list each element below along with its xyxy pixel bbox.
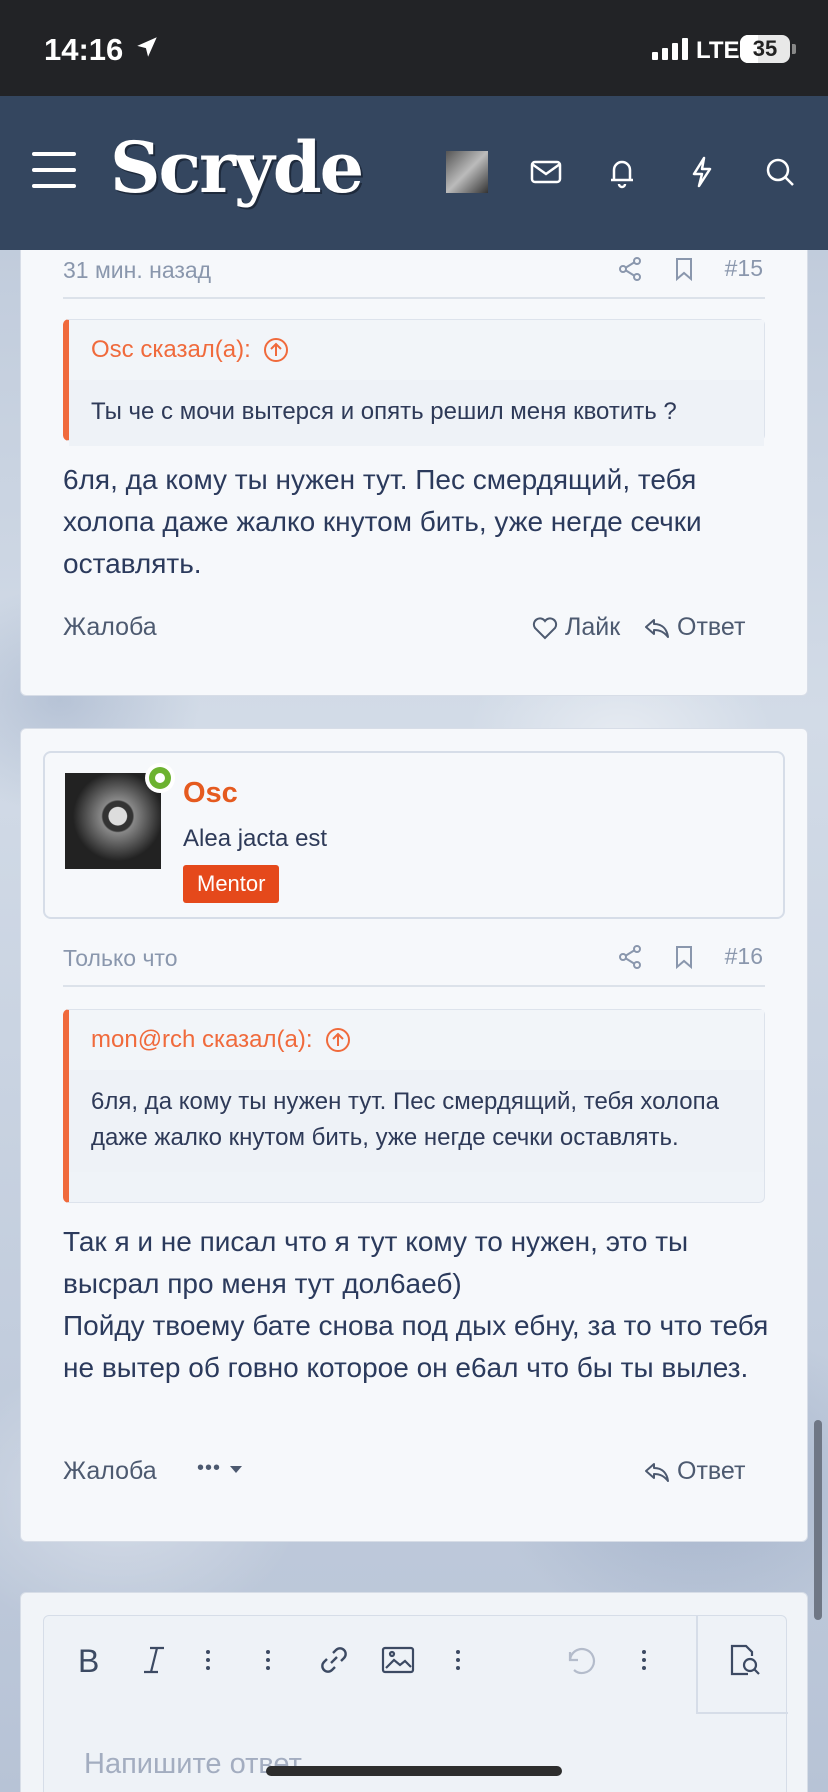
quote-author[interactable]: mon@rch сказал(а):: [91, 1026, 313, 1054]
toolbar-divider: [696, 1712, 788, 1714]
more-actions-button[interactable]: •••: [197, 1457, 245, 1480]
share-icon[interactable]: [617, 944, 643, 970]
mail-icon[interactable]: [526, 152, 566, 192]
home-indicator[interactable]: [266, 1766, 562, 1776]
bookmark-icon[interactable]: [671, 256, 697, 282]
scroll-indicator[interactable]: [814, 1420, 822, 1620]
quote-author[interactable]: Osc сказал(а):: [91, 336, 251, 364]
user-title: Alea jacta est: [183, 825, 328, 852]
post-paragraph: Так я и не писал что я тут кому то нужен…: [63, 1226, 689, 1299]
link-icon[interactable]: [314, 1640, 354, 1680]
site-header: Scryde: [0, 96, 828, 250]
report-label: Жалоба: [63, 1457, 157, 1485]
battery-level: 35: [752, 36, 778, 61]
reply-icon: [645, 1462, 669, 1482]
post-paragraph: Пойду твоему бате снова под дых ебну, за…: [63, 1310, 769, 1383]
user-info: Osc Alea jacta est Mentor: [43, 751, 785, 919]
battery-indicator: 35: [740, 35, 790, 63]
post-body: 6ля, да кому ты нужен тут. Пес смердящий…: [63, 464, 702, 579]
quote-block: Osc сказал(а): Ты че с мочи вытерся и оп…: [63, 319, 765, 446]
preview-icon[interactable]: [724, 1640, 764, 1680]
user-badge: Mentor: [183, 865, 280, 903]
like-button[interactable]: Лайк: [531, 613, 620, 642]
user-avatar[interactable]: [65, 773, 161, 869]
username[interactable]: Osc: [183, 777, 238, 810]
more-label: •••: [197, 1457, 222, 1479]
post-number[interactable]: #16: [725, 943, 763, 970]
caret-down-icon: [230, 1465, 243, 1473]
post-actions: Жалоба ••• Ответ: [63, 1457, 765, 1497]
share-icon[interactable]: [617, 256, 643, 282]
reply-label: Ответ: [677, 1457, 746, 1485]
divider: [63, 297, 765, 299]
more-vertical-icon[interactable]: [188, 1640, 228, 1680]
status-time: 14:16: [44, 32, 124, 67]
toolbar-divider: [696, 1616, 698, 1712]
more-vertical-icon[interactable]: [624, 1640, 664, 1680]
report-button[interactable]: Жалоба: [63, 1457, 157, 1486]
report-button[interactable]: Жалоба: [63, 613, 157, 642]
menu-icon[interactable]: [32, 152, 76, 188]
post-card: Osc Alea jacta est Mentor Только что #16…: [20, 728, 808, 1542]
site-logo[interactable]: Scryde: [110, 126, 364, 209]
battery-cap: [792, 44, 796, 54]
network-type: LTE: [696, 37, 740, 64]
reply-label: Ответ: [677, 613, 746, 641]
reply-editor-card: B Напишите ответ...: [20, 1592, 808, 1792]
quote-header[interactable]: Osc сказал(а):: [69, 320, 764, 380]
signal-icon: [652, 38, 688, 60]
divider: [63, 985, 765, 987]
quote-text: Ты че с мочи вытерся и опять решил меня …: [69, 380, 764, 446]
reply-icon: [645, 618, 669, 638]
image-icon[interactable]: [378, 1640, 418, 1680]
bookmark-icon[interactable]: [671, 944, 697, 970]
avatar[interactable]: [446, 151, 488, 193]
post-body: Так я и не писал что я тут кому то нужен…: [63, 1221, 773, 1389]
bell-icon[interactable]: [602, 152, 642, 192]
more-vertical-icon[interactable]: [248, 1640, 288, 1680]
more-vertical-icon[interactable]: [438, 1640, 478, 1680]
bold-icon[interactable]: B: [70, 1640, 110, 1680]
like-label: Лайк: [565, 613, 621, 641]
italic-icon[interactable]: [134, 1640, 174, 1680]
post-card: 31 мин. назад #15 Osc сказал(а): Ты че с…: [20, 180, 808, 696]
quote-header[interactable]: mon@rch сказал(а):: [69, 1010, 764, 1070]
quote-text: 6ля, да кому ты нужен тут. Пес смердящий…: [69, 1070, 764, 1172]
reply-button[interactable]: Ответ: [643, 1457, 745, 1486]
reply-button[interactable]: Ответ: [643, 613, 745, 642]
post-actions: Жалоба Лайк Ответ: [63, 613, 765, 653]
svg-text:B: B: [78, 1643, 99, 1679]
status-bar: 14:16 LTE 35: [0, 0, 828, 96]
report-label: Жалоба: [63, 613, 157, 641]
quote-block: mon@rch сказал(а): 6ля, да кому ты нужен…: [63, 1009, 765, 1203]
post-time[interactable]: Только что: [63, 945, 178, 972]
bolt-icon[interactable]: [682, 152, 722, 192]
undo-icon[interactable]: [560, 1640, 600, 1680]
post-time[interactable]: 31 мин. назад: [63, 257, 211, 284]
heart-icon: [532, 616, 558, 639]
location-arrow-icon: [137, 37, 157, 57]
arrow-up-circle-icon[interactable]: [263, 337, 289, 363]
arrow-up-circle-icon[interactable]: [325, 1027, 351, 1053]
search-icon[interactable]: [760, 152, 800, 192]
reply-input-placeholder[interactable]: Напишите ответ...: [84, 1748, 323, 1781]
online-status-icon: [145, 763, 175, 793]
post-number[interactable]: #15: [725, 255, 763, 282]
